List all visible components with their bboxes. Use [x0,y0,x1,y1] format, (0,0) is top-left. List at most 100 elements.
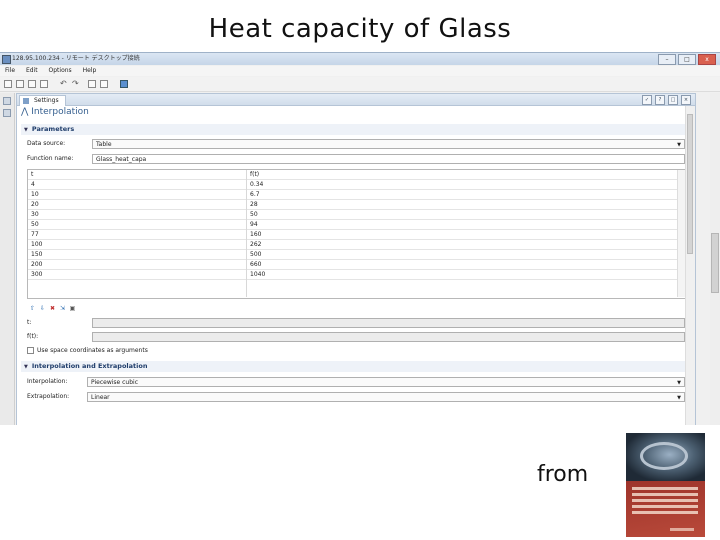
chevron-down-icon: ▼ [677,142,681,148]
menu-file[interactable]: File [5,67,15,74]
table-cell[interactable]: 6.7 [247,190,677,200]
minimize-button[interactable]: – [658,54,676,65]
window-title: 128.95.100.234 - リモート デスクトップ接続 [12,55,140,62]
collapse-triangle-icon: ▼ [24,364,28,370]
section-interp-extrap-label: Interpolation and Extrapolation [31,362,148,370]
table-cell[interactable]: 500 [247,250,677,260]
undo-icon[interactable]: ↶ [60,80,68,88]
table-cell[interactable]: 660 [247,260,677,270]
close-button[interactable]: x [698,54,716,65]
import-icon[interactable]: ⇲ [59,305,66,312]
table-cell[interactable]: 200 [28,260,246,270]
panel-scrollbar[interactable] [685,106,695,425]
interpolation-label: Interpolation: [27,378,68,385]
settings-tab-icon [23,98,29,104]
table-cell[interactable]: 10 [28,190,246,200]
arrow-up-icon[interactable]: ⇧ [29,305,36,312]
section-interp-extrap[interactable]: ▼ Interpolation and Extrapolation [21,361,685,372]
book-cover-author [670,528,694,531]
collapse-triangle-icon: ▼ [24,127,28,133]
ft-label: f(t): [27,333,39,340]
extrapolation-select[interactable]: Linear ▼ [87,392,685,402]
close-icon[interactable]: × [681,95,691,105]
table-cell[interactable]: 0.34 [247,180,677,190]
interpolation-table[interactable]: t f(t) 4 0.34 10 6.7 20 28 30 50 50 94 77 160 100 262 15… [27,169,686,299]
arrow-down-icon[interactable]: ⇩ [39,305,46,312]
data-source-select[interactable]: Table ▼ [92,139,685,149]
dock-icon-1[interactable] [3,97,11,105]
data-source-label: Data source: [27,140,66,147]
menu-edit[interactable]: Edit [26,67,38,74]
table-cell[interactable]: 100 [28,240,246,250]
table-cell[interactable]: 50 [28,220,246,230]
from-label: from [537,462,589,487]
window-menu-icon[interactable] [120,80,128,88]
table-cell[interactable]: 28 [247,200,677,210]
chevron-down-icon: ▼ [677,395,681,401]
dock-icon-2[interactable] [3,109,11,117]
settings-tab-header: Settings ✓ ? □ × [17,94,695,106]
max-icon[interactable]: □ [668,95,678,105]
ft-field[interactable] [92,332,685,342]
table-cell[interactable]: 77 [28,230,246,240]
table-cell[interactable]: 94 [247,220,677,230]
table-toolbar: ⇧ ⇩ ✖ ⇲ ▣ [29,305,76,312]
help-icon[interactable]: ? [655,95,665,105]
window-scrollbar[interactable] [710,93,720,425]
window-titlebar[interactable]: 128.95.100.234 - リモート デスクトップ接続 – □ x [0,53,720,65]
model-tree-icon[interactable] [88,80,96,88]
table-header-cell[interactable]: t [28,170,246,180]
book-cover-image [626,433,705,537]
interpolation-node-icon: ⋀ [21,107,32,117]
panel-scroll-thumb[interactable] [687,114,693,254]
main-toolbar: ↶ ↷ [0,77,720,92]
settings-panel: Settings ✓ ? □ × ⋀ Interpolation ▼ Parame… [16,93,696,425]
delete-icon[interactable]: ✖ [49,305,56,312]
save-icon[interactable]: ▣ [69,305,76,312]
new-file-icon[interactable] [4,80,12,88]
menu-options[interactable]: Options [49,67,72,74]
save-as-icon[interactable] [40,80,48,88]
app-icon [2,55,11,64]
redo-icon[interactable]: ↷ [72,80,80,88]
space-coords-checkbox[interactable] [27,347,34,354]
t-label: t: [27,319,32,326]
menu-bar: File Edit Options Help [0,66,720,76]
table-cell[interactable]: 20 [28,200,246,210]
function-name-field[interactable]: Glass_heat_capa [92,154,685,164]
tab-settings[interactable]: Settings [19,95,66,106]
space-coords-label: Use space coordinates as arguments [37,347,148,354]
table-cell[interactable]: 300 [28,270,246,280]
panel-title-text: Interpolation [31,107,89,117]
table-cell[interactable]: 50 [247,210,677,220]
data-source-value: Table [96,141,112,148]
remote-desktop-window: 128.95.100.234 - リモート デスクトップ接続 – □ x Fil… [0,52,720,425]
pin-icon[interactable]: ✓ [642,95,652,105]
table-cell[interactable]: 150 [28,250,246,260]
section-parameters[interactable]: ▼ Parameters [21,124,685,135]
table-cell[interactable]: 1040 [247,270,677,280]
panel-title: ⋀ Interpolation [21,107,89,117]
table-cell[interactable]: 30 [28,210,246,220]
window-scroll-thumb[interactable] [711,233,719,293]
open-file-icon[interactable] [16,80,24,88]
slide-title: Heat capacity of Glass [208,14,512,44]
table-cell[interactable]: 4 [28,180,246,190]
save-icon[interactable] [28,80,36,88]
table-scrollbar[interactable] [677,170,685,297]
book-cover-ring [640,442,688,470]
table-cell[interactable]: 160 [247,230,677,240]
interpolation-value: Piecewise cubic [91,379,139,386]
chevron-down-icon: ▼ [677,380,681,386]
tab-settings-label: Settings [34,97,59,104]
interpolation-select[interactable]: Piecewise cubic ▼ [87,377,685,387]
menu-help[interactable]: Help [83,67,97,74]
t-field[interactable] [92,318,685,328]
table-header-cell[interactable]: f(t) [247,170,677,180]
book-cover-title-lines [632,487,698,517]
table-cell[interactable]: 262 [247,240,677,250]
extrapolation-value: Linear [91,394,110,401]
maximize-button[interactable]: □ [678,54,696,65]
settings-window-icon[interactable] [100,80,108,88]
left-dock-strip [0,93,15,425]
